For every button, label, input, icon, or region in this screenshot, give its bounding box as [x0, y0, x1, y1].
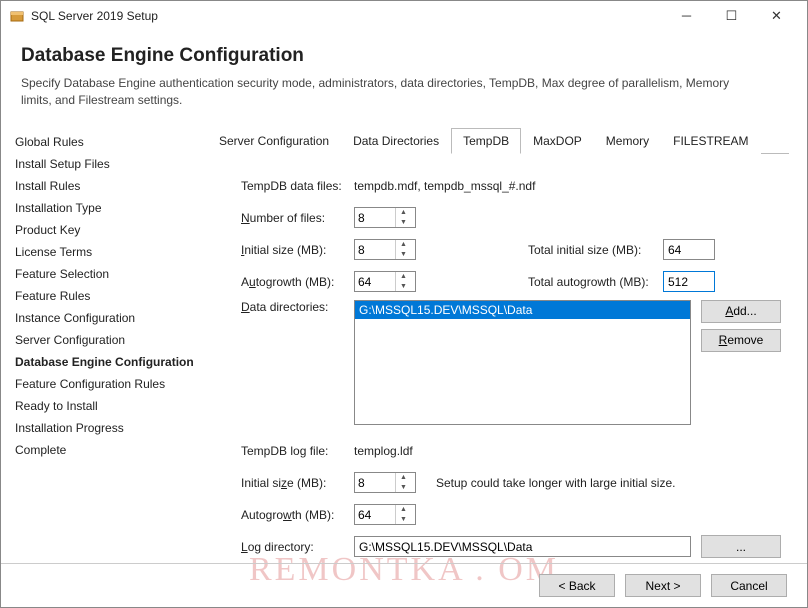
- data-dirs-label: Data directories:: [241, 300, 354, 314]
- maximize-button[interactable]: ☐: [709, 2, 754, 30]
- data-dir-item[interactable]: G:\MSSQL15.DEV\MSSQL\Data: [355, 301, 690, 319]
- log-file-value: templog.ldf: [354, 444, 413, 458]
- sidebar: Global RulesInstall Setup FilesInstall R…: [15, 125, 201, 576]
- spin-down-icon[interactable]: ▼: [396, 515, 411, 525]
- footer: < Back Next > Cancel: [1, 563, 807, 607]
- autogrowth-input[interactable]: [355, 272, 395, 291]
- autogrowth-spinner[interactable]: ▲▼: [354, 271, 416, 292]
- total-autogrowth-input[interactable]: [663, 271, 715, 292]
- num-files-spinner[interactable]: ▲▼: [354, 207, 416, 228]
- sidebar-item[interactable]: Feature Configuration Rules: [15, 373, 201, 395]
- log-init-note: Setup could take longer with large initi…: [436, 476, 675, 490]
- sidebar-item[interactable]: Feature Selection: [15, 263, 201, 285]
- spin-down-icon[interactable]: ▼: [396, 282, 411, 292]
- tab[interactable]: FILESTREAM: [661, 128, 760, 154]
- sidebar-item[interactable]: Product Key: [15, 219, 201, 241]
- total-init-label: Total initial size (MB):: [528, 243, 663, 257]
- log-dir-input[interactable]: [354, 536, 691, 557]
- log-file-label: TempDB log file:: [241, 444, 354, 458]
- minimize-button[interactable]: ─: [664, 2, 709, 30]
- next-button[interactable]: Next >: [625, 574, 701, 597]
- sidebar-item[interactable]: Complete: [15, 439, 201, 461]
- spin-up-icon[interactable]: ▲: [396, 240, 411, 250]
- sidebar-item[interactable]: License Terms: [15, 241, 201, 263]
- cancel-button[interactable]: Cancel: [711, 574, 787, 597]
- log-autogrowth-input[interactable]: [355, 505, 395, 524]
- sidebar-item[interactable]: Installation Type: [15, 197, 201, 219]
- log-init-spinner[interactable]: ▲▼: [354, 472, 416, 493]
- tab[interactable]: TempDB: [451, 128, 521, 154]
- total-autogrowth-label: Total autogrowth (MB):: [528, 275, 663, 289]
- sidebar-item[interactable]: Server Configuration: [15, 329, 201, 351]
- spin-up-icon[interactable]: ▲: [396, 505, 411, 515]
- log-autogrowth-spinner[interactable]: ▲▼: [354, 504, 416, 525]
- page-subtitle: Specify Database Engine authentication s…: [21, 75, 741, 109]
- add-button[interactable]: Add...: [701, 300, 781, 323]
- sidebar-item[interactable]: Instance Configuration: [15, 307, 201, 329]
- spin-down-icon[interactable]: ▼: [396, 250, 411, 260]
- sidebar-item[interactable]: Installation Progress: [15, 417, 201, 439]
- init-size-input[interactable]: [355, 240, 395, 259]
- log-init-input[interactable]: [355, 473, 395, 492]
- tab[interactable]: MaxDOP: [521, 128, 594, 154]
- sidebar-item[interactable]: Feature Rules: [15, 285, 201, 307]
- remove-button[interactable]: Remove: [701, 329, 781, 352]
- close-button[interactable]: ✕: [754, 2, 799, 30]
- sidebar-item[interactable]: Database Engine Configuration: [15, 351, 201, 373]
- log-init-label: Initial size (MB):: [241, 476, 354, 490]
- autogrowth-label: Autogrowth (MB):: [241, 275, 354, 289]
- tab-strip: Server ConfigurationData DirectoriesTemp…: [207, 127, 789, 154]
- init-size-spinner[interactable]: ▲▼: [354, 239, 416, 260]
- page-header: Database Engine Configuration Specify Da…: [1, 31, 807, 121]
- browse-button[interactable]: ...: [701, 535, 781, 558]
- tab[interactable]: Memory: [594, 128, 661, 154]
- page-title: Database Engine Configuration: [21, 45, 787, 67]
- tab[interactable]: Data Directories: [341, 128, 451, 154]
- data-files-value: tempdb.mdf, tempdb_mssql_#.ndf: [354, 179, 535, 193]
- spin-down-icon[interactable]: ▼: [396, 218, 411, 228]
- spin-up-icon[interactable]: ▲: [396, 272, 411, 282]
- spin-up-icon[interactable]: ▲: [396, 208, 411, 218]
- data-dirs-listbox[interactable]: G:\MSSQL15.DEV\MSSQL\Data: [354, 300, 691, 425]
- sidebar-item[interactable]: Install Setup Files: [15, 153, 201, 175]
- data-files-label: TempDB data files:: [241, 179, 354, 193]
- sidebar-item[interactable]: Global Rules: [15, 131, 201, 153]
- back-button[interactable]: < Back: [539, 574, 615, 597]
- spin-down-icon[interactable]: ▼: [396, 483, 411, 493]
- total-init-input[interactable]: [663, 239, 715, 260]
- sidebar-item[interactable]: Install Rules: [15, 175, 201, 197]
- window-title: SQL Server 2019 Setup: [31, 9, 664, 23]
- tab[interactable]: Server Configuration: [207, 128, 341, 154]
- log-autogrowth-label: Autogrowth (MB):: [241, 508, 354, 522]
- titlebar: SQL Server 2019 Setup ─ ☐ ✕: [1, 1, 807, 31]
- num-files-input[interactable]: [355, 208, 395, 227]
- app-icon: [9, 8, 25, 24]
- num-files-label: Number of files:: [241, 211, 354, 225]
- tempdb-pane: TempDB data files: tempdb.mdf, tempdb_ms…: [207, 154, 789, 565]
- spin-up-icon[interactable]: ▲: [396, 473, 411, 483]
- sidebar-item[interactable]: Ready to Install: [15, 395, 201, 417]
- init-size-label: Initial size (MB):: [241, 243, 354, 257]
- log-dir-label: Log directory:: [241, 540, 354, 554]
